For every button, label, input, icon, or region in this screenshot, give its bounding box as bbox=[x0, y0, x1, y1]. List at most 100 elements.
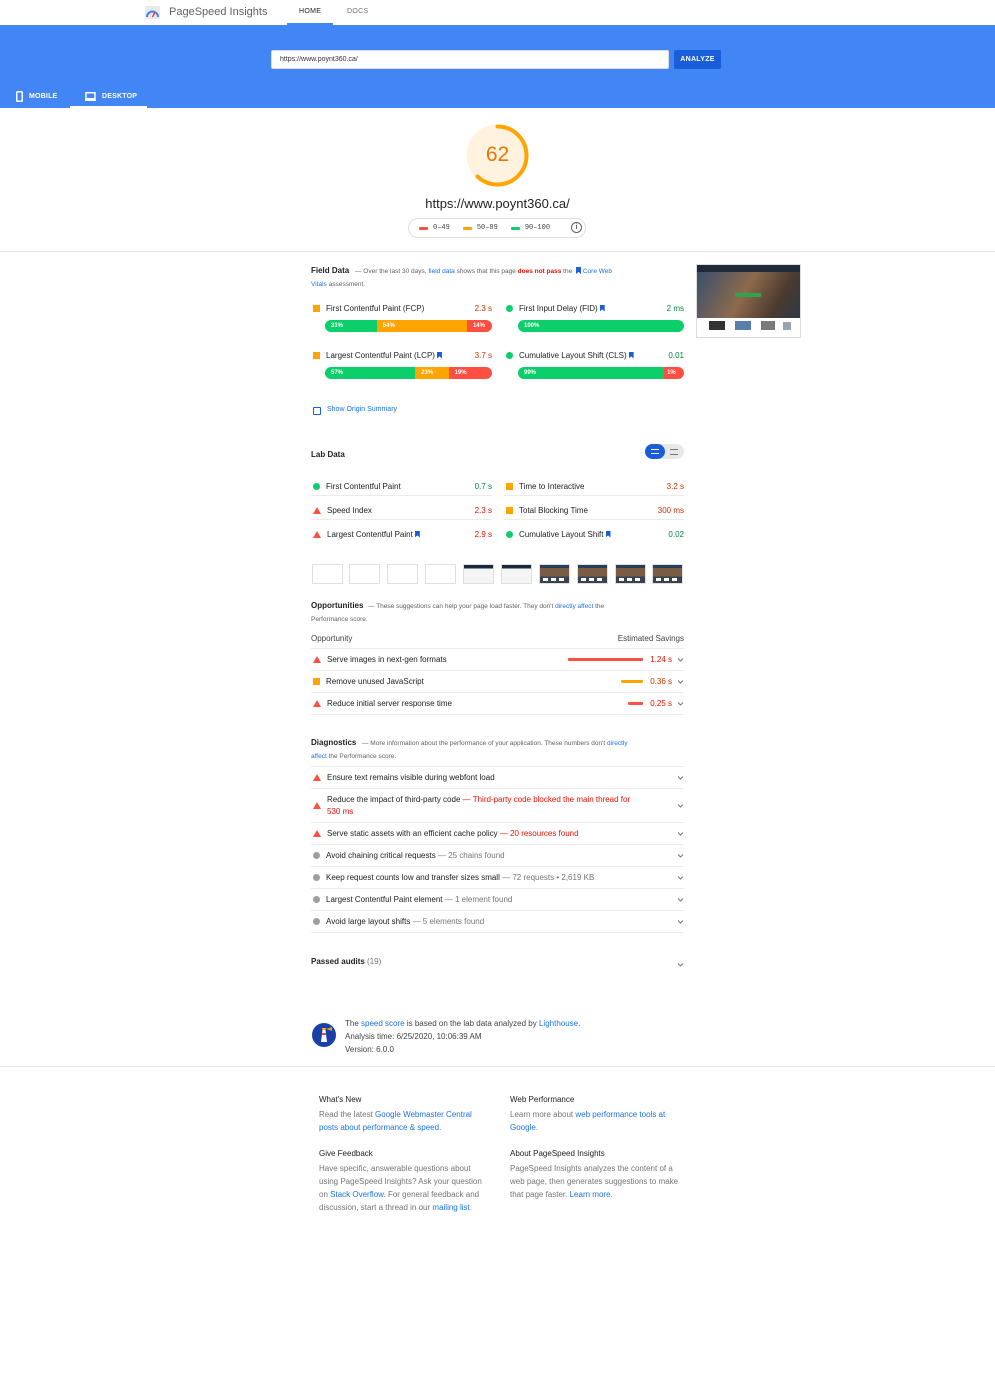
savings-bar bbox=[628, 702, 644, 705]
opportunity-column-header: Opportunity bbox=[311, 634, 353, 643]
directly-affect-link[interactable]: directly affect bbox=[555, 603, 593, 610]
view-toggle-compact[interactable] bbox=[645, 444, 665, 459]
performance-score: 62 bbox=[485, 143, 510, 166]
chevron-down-icon[interactable] bbox=[677, 700, 684, 707]
legend-pass-swatch bbox=[510, 226, 520, 230]
opportunity-unused-javascript[interactable]: Remove unused JavaScript 0.36 s bbox=[311, 671, 684, 693]
learn-more-link[interactable]: Learn more bbox=[570, 1190, 611, 1199]
lab-metric-fcp: First Contentful Paint 0.7 s bbox=[311, 478, 492, 496]
diagnostic-third-party[interactable]: Reduce the impact of third-party code — … bbox=[311, 789, 684, 823]
field-data-link[interactable]: field data bbox=[428, 268, 454, 275]
origin-summary-checkbox[interactable] bbox=[313, 407, 321, 415]
expanded-view-icon[interactable] bbox=[670, 449, 678, 455]
dist-fast: 57% bbox=[325, 367, 416, 379]
metric-label: First Input Delay (FID) bbox=[519, 304, 667, 313]
tab-mobile[interactable]: MOBILE bbox=[16, 89, 57, 103]
diagnostic-lcp-element[interactable]: Largest Contentful Paint element — 1 ele… bbox=[311, 889, 684, 911]
opportunity-server-response[interactable]: Reduce initial server response time 0.25… bbox=[311, 693, 684, 715]
diagnostic-cache-policy[interactable]: Serve static assets with an efficient ca… bbox=[311, 823, 684, 845]
diagnostic-critical-requests[interactable]: Avoid chaining critical requests — 25 ch… bbox=[311, 845, 684, 867]
stack-overflow-link[interactable]: Stack Overflow bbox=[330, 1190, 383, 1199]
pagespeed-logo-icon bbox=[145, 6, 160, 19]
average-indicator-icon bbox=[313, 678, 320, 685]
info-indicator-icon bbox=[313, 918, 320, 925]
diagnostic-label-text: Keep request counts low and transfer siz… bbox=[326, 872, 500, 882]
passed-audits-toggle[interactable]: Passed audits (19) bbox=[311, 955, 684, 968]
opportunity-next-gen-images[interactable]: Serve images in next-gen formats 1.24 s bbox=[311, 649, 684, 671]
show-origin-summary-label[interactable]: Show Origin Summary bbox=[327, 406, 397, 413]
diagnostic-label: Reduce the impact of third-party code — … bbox=[327, 794, 672, 818]
tab-docs[interactable]: DOCS bbox=[347, 8, 368, 15]
bookmark-icon bbox=[599, 304, 605, 312]
diag-desc-text: — More information about the performance… bbox=[362, 740, 606, 747]
lab-metric-speed-index: Speed Index 2.3 s bbox=[311, 502, 492, 520]
chevron-down-icon[interactable] bbox=[677, 896, 684, 903]
lighthouse-link[interactable]: Lighthouse bbox=[539, 1019, 578, 1028]
lighthouse-logo-icon bbox=[312, 1023, 336, 1047]
field-data-description: — Over the last 30 days, field data show… bbox=[311, 265, 651, 291]
about-title: About PageSpeed Insights bbox=[510, 1149, 605, 1158]
chevron-down-icon[interactable] bbox=[677, 830, 684, 837]
does-not-pass-text: does not pass bbox=[517, 268, 562, 275]
affect-link[interactable]: affect bbox=[311, 753, 327, 760]
speed-score-link[interactable]: speed score bbox=[361, 1019, 405, 1028]
footer-text-end: . bbox=[469, 1203, 472, 1212]
diagnostic-label: Avoid large layout shifts — 5 elements f… bbox=[326, 916, 672, 928]
lab-metric-lcp: Largest Contentful Paint 2.9 s bbox=[311, 525, 492, 543]
whats-new-text: Read the latest Google Webmaster Central… bbox=[319, 1108, 489, 1134]
diagnostic-webfont[interactable]: Ensure text remains visible during webfo… bbox=[311, 767, 684, 789]
filmstrip-frame bbox=[615, 564, 646, 584]
url-input[interactable] bbox=[271, 50, 669, 69]
footer-text-end: . bbox=[439, 1123, 442, 1132]
chevron-down-icon[interactable] bbox=[677, 656, 684, 663]
core-web-vitals-link-2[interactable]: Vitals bbox=[311, 281, 327, 288]
lab-metric-cls: Cumulative Layout Shift 0.02 bbox=[504, 525, 684, 543]
dist-fast: 99% bbox=[518, 367, 665, 379]
cls-distribution-bar: 99% 1% bbox=[518, 367, 684, 379]
mailing-list-link[interactable]: mailing list bbox=[432, 1203, 469, 1212]
tab-desktop[interactable]: DESKTOP bbox=[85, 89, 137, 103]
metric-label-text: Largest Contentful Paint bbox=[327, 529, 413, 539]
chevron-down-icon[interactable] bbox=[677, 852, 684, 859]
diagnostic-label: Serve static assets with an efficient ca… bbox=[327, 828, 672, 840]
diagnostic-request-counts[interactable]: Keep request counts low and transfer siz… bbox=[311, 867, 684, 889]
fail-indicator-icon bbox=[313, 774, 321, 781]
metric-label: Largest Contentful Paint (LCP) bbox=[326, 351, 475, 360]
chevron-down-icon[interactable] bbox=[677, 678, 684, 685]
divider bbox=[0, 251, 995, 252]
chevron-down-icon[interactable] bbox=[677, 918, 684, 925]
chevron-down-icon[interactable] bbox=[677, 874, 684, 881]
opp-desc-text-3: Performance score. bbox=[311, 616, 368, 623]
legend-average-swatch bbox=[462, 226, 472, 230]
passed-audits-label: Passed audits bbox=[311, 957, 365, 966]
diagnostic-label: Keep request counts low and transfer siz… bbox=[326, 872, 672, 884]
chevron-down-icon[interactable] bbox=[677, 774, 684, 781]
tab-home[interactable]: HOME bbox=[299, 8, 321, 15]
pass-indicator-icon bbox=[313, 483, 320, 490]
info-text-2: is based on the lab data analyzed by bbox=[406, 1019, 537, 1028]
web-performance-title: Web Performance bbox=[510, 1095, 575, 1104]
footer-text-end: . bbox=[610, 1190, 613, 1199]
field-desc-text-4: assessment. bbox=[328, 281, 366, 288]
fail-indicator-icon bbox=[313, 802, 321, 809]
opp-desc-text-2: the bbox=[595, 603, 605, 610]
analyze-button[interactable]: ANALYZE bbox=[674, 50, 721, 69]
info-indicator-icon bbox=[313, 852, 320, 859]
passed-audits-count: (19) bbox=[367, 957, 382, 966]
bookmark-icon bbox=[414, 530, 420, 538]
metric-label: Speed Index bbox=[327, 506, 372, 515]
bookmark-icon bbox=[628, 351, 634, 359]
info-icon[interactable]: i bbox=[571, 222, 582, 233]
diagnostic-layout-shifts[interactable]: Avoid large layout shifts — 5 elements f… bbox=[311, 911, 684, 933]
directly-link[interactable]: directly bbox=[607, 740, 628, 747]
opportunity-label: Remove unused JavaScript bbox=[326, 677, 424, 686]
core-web-vitals-link[interactable]: Core Web bbox=[583, 268, 612, 275]
metric-value: 2.3 s bbox=[474, 506, 492, 515]
metric-value: 3.7 s bbox=[474, 350, 492, 360]
divider bbox=[0, 1066, 995, 1067]
opportunities-description: — These suggestions can help your page l… bbox=[311, 600, 651, 626]
pass-indicator-icon bbox=[506, 530, 513, 538]
chevron-down-icon[interactable] bbox=[677, 961, 684, 968]
chevron-down-icon[interactable] bbox=[677, 802, 684, 809]
filmstrip-frame bbox=[425, 564, 456, 584]
